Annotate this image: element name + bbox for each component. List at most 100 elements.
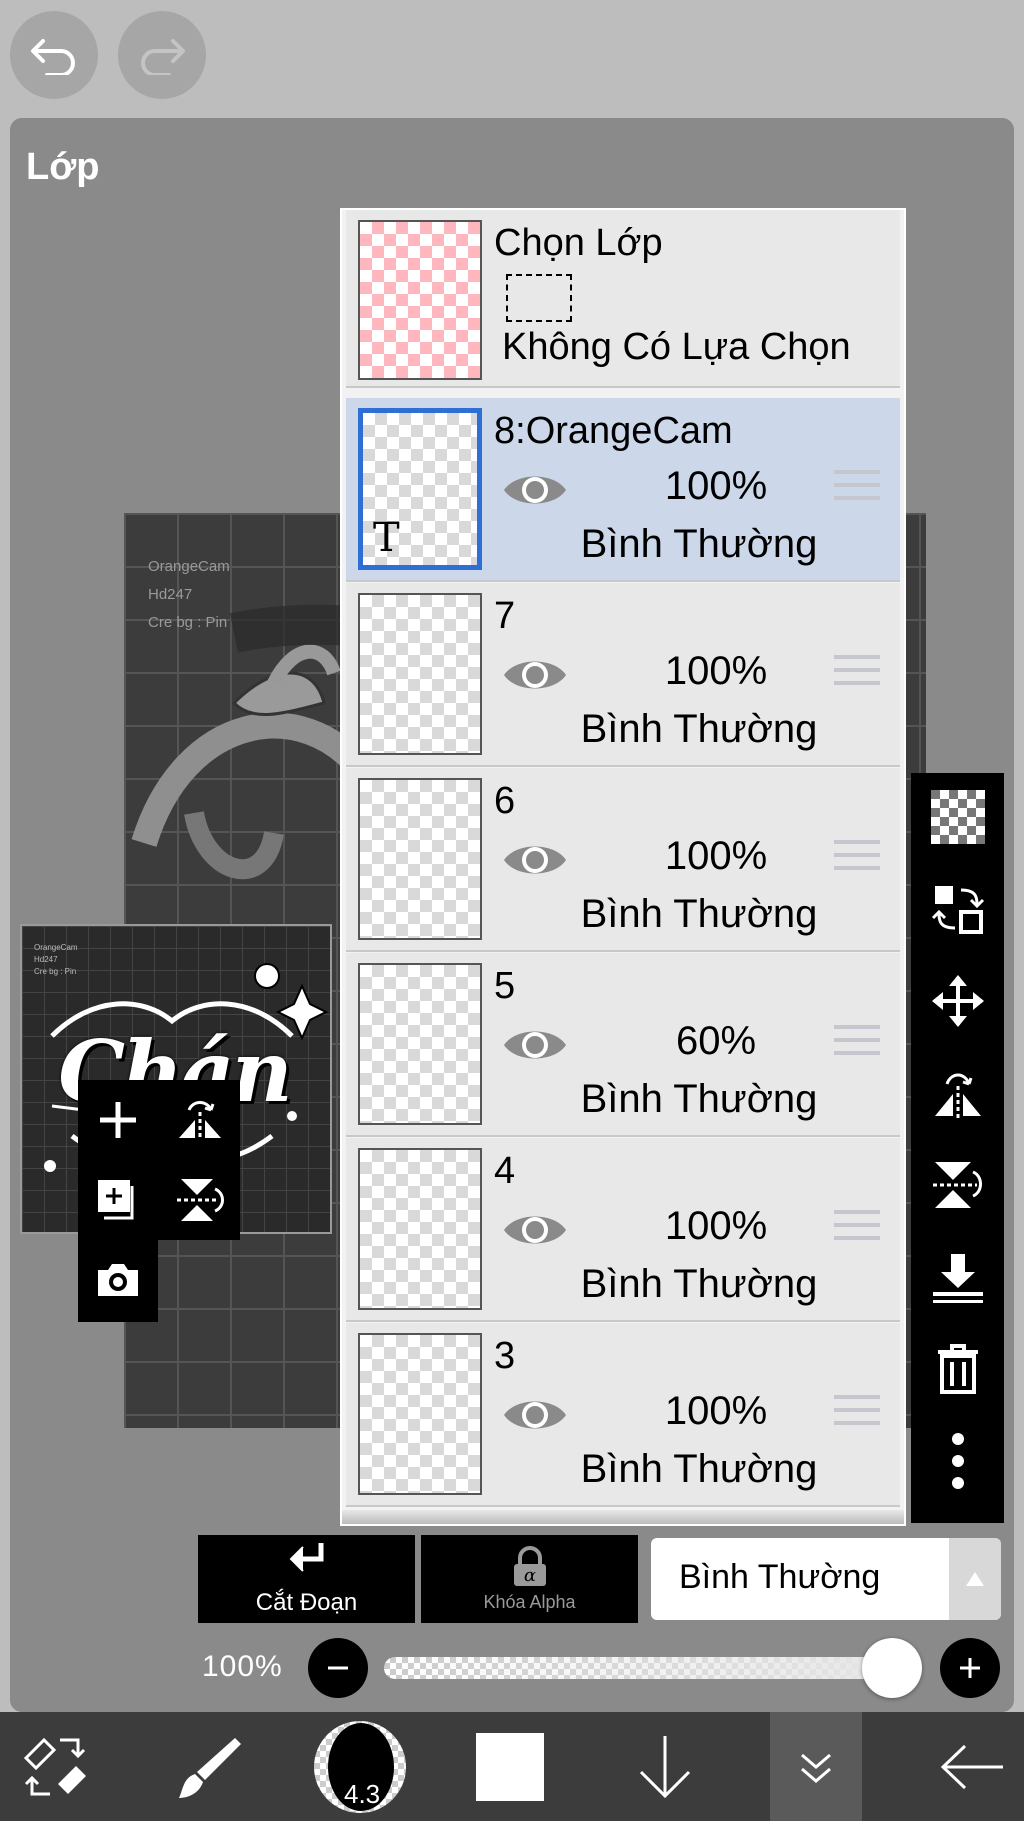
more-vertical-icon <box>951 1433 964 1489</box>
redo-button[interactable] <box>118 11 206 99</box>
selection-layer-thumbnail <box>358 220 482 380</box>
layer-opacity: 60% <box>675 1019 757 1063</box>
layer-thumbnail <box>358 1148 482 1310</box>
alpha-lock-button[interactable]: α Khóa Alpha <box>421 1535 638 1623</box>
layer-list[interactable]: Chọn Lớp Không Có Lựa Chọn T 8:OrangeCam 1… <box>340 208 906 1526</box>
transform-tool-button[interactable] <box>0 1712 110 1821</box>
layer-name: 5 <box>494 965 516 1007</box>
layer-opacity: 100% <box>664 1389 768 1433</box>
layer-name: 4 <box>494 1150 516 1192</box>
layer-row[interactable]: T 8:OrangeCam 100% Bình Thường <box>346 398 900 582</box>
arrow-left-icon <box>940 1744 1003 1789</box>
layer-opacity: 100% <box>664 834 768 878</box>
clipping-label: Cắt Đoạn <box>255 1589 358 1616</box>
drag-handle-icon[interactable] <box>834 1210 880 1249</box>
layer-row[interactable]: 6 100% Bình Thường <box>346 768 900 952</box>
layer-name: 7 <box>494 595 516 637</box>
opacity-increase-button[interactable] <box>940 1638 1000 1698</box>
text-layer-marker: T <box>373 515 400 561</box>
top-bar <box>0 0 1024 118</box>
brush-size-value: 4.3 <box>344 1778 381 1809</box>
triangle-up-icon <box>966 1572 984 1586</box>
layer-blend-mode: Bình Thường <box>580 522 818 566</box>
camera-icon <box>98 1264 138 1296</box>
back-button[interactable] <box>920 1712 1024 1821</box>
selection-layer-title: Chọn Lớp <box>494 222 663 264</box>
layer-thumbnail <box>358 778 482 940</box>
swap-layer-button[interactable] <box>911 869 1004 949</box>
visibility-eye-icon[interactable] <box>502 1393 568 1442</box>
drag-handle-icon[interactable] <box>834 655 880 694</box>
flip-vertical-icon <box>932 1162 982 1208</box>
selection-layer-row[interactable]: Chọn Lớp Không Có Lựa Chọn <box>346 210 900 388</box>
visibility-eye-icon[interactable] <box>502 838 568 887</box>
merge-down-icon <box>932 1254 983 1303</box>
layer-row[interactable]: 5 60% Bình Thường <box>346 953 900 1137</box>
opacity-slider[interactable] <box>384 1657 904 1679</box>
brush-size-button[interactable]: 4.3 <box>300 1712 420 1821</box>
layer-blend-mode: Bình Thường <box>580 1077 818 1121</box>
selection-status: Không Có Lựa Chọn <box>502 326 851 368</box>
panel-title: Lớp <box>26 146 100 188</box>
layer-row[interactable]: 4 100% Bình Thường <box>346 1138 900 1322</box>
plus-icon <box>960 1658 980 1678</box>
trash-icon <box>937 1344 978 1394</box>
move-icon <box>931 975 984 1027</box>
layer-row[interactable]: 3 100% Bình Thường <box>346 1323 900 1507</box>
layer-opacity: 100% <box>664 649 768 693</box>
drag-handle-icon[interactable] <box>834 1025 880 1064</box>
transparency-button[interactable] <box>911 777 1004 857</box>
add-layer-button[interactable] <box>78 1080 158 1160</box>
visibility-eye-icon[interactable] <box>502 1208 568 1257</box>
drag-handle-icon[interactable] <box>834 1395 880 1434</box>
undo-icon <box>31 39 75 75</box>
arrow-down-icon <box>639 1735 691 1798</box>
move-button[interactable] <box>911 961 1004 1041</box>
blend-mode-select[interactable]: Bình Thường <box>651 1538 1001 1620</box>
visibility-eye-icon[interactable] <box>502 1023 568 1072</box>
layer-name: 8:OrangeCam <box>494 410 733 452</box>
brush-tool-button[interactable] <box>160 1712 260 1821</box>
lock-icon: α <box>513 1545 546 1586</box>
flip-layer-horizontal-button[interactable] <box>911 1053 1004 1133</box>
selection-marquee-icon <box>506 274 572 322</box>
flip-vertical-icon <box>177 1179 224 1221</box>
drag-handle-icon[interactable] <box>834 470 880 509</box>
flip-horizontal-icon <box>179 1101 221 1140</box>
opacity-label: 100% <box>202 1650 283 1683</box>
drag-handle-icon[interactable] <box>834 840 880 879</box>
list-scroll-edge <box>342 1510 904 1524</box>
flip-vertical-button[interactable] <box>160 1160 240 1240</box>
brush-size-preview: 4.3 <box>314 1720 406 1813</box>
clipping-button[interactable]: Cắt Đoạn <box>198 1535 415 1623</box>
layer-blend-mode: Bình Thường <box>580 707 818 751</box>
layers-button[interactable] <box>770 1712 862 1821</box>
layer-blend-mode: Bình Thường <box>580 1262 818 1306</box>
layer-thumbnail <box>358 593 482 755</box>
merge-down-button[interactable] <box>911 1237 1004 1317</box>
move-down-button[interactable] <box>620 1712 710 1821</box>
blend-mode-value: Bình Thường <box>679 1558 881 1596</box>
layer-thumbnail <box>358 963 482 1125</box>
flip-layer-vertical-button[interactable] <box>911 1145 1004 1225</box>
undo-button[interactable] <box>10 11 98 99</box>
layer-row[interactable]: 7 100% Bình Thường <box>346 583 900 767</box>
add-image-layer-button[interactable] <box>78 1160 158 1240</box>
clip-arrow-icon <box>289 1543 323 1572</box>
plus-icon <box>100 1102 136 1138</box>
delete-layer-button[interactable] <box>911 1329 1004 1409</box>
flip-horizontal-icon <box>934 1073 981 1118</box>
visibility-eye-icon[interactable] <box>502 653 568 702</box>
opacity-decrease-button[interactable] <box>308 1638 368 1698</box>
flip-horizontal-button[interactable] <box>160 1080 240 1160</box>
more-options-button[interactable] <box>911 1421 1004 1501</box>
layer-thumbnail: T <box>358 408 482 570</box>
camera-button[interactable] <box>78 1240 158 1320</box>
visibility-eye-icon[interactable] <box>502 468 568 517</box>
blend-mode-toggle[interactable] <box>949 1538 1001 1620</box>
layer-blend-mode: Bình Thường <box>580 1447 818 1491</box>
color-swatch-button[interactable] <box>470 1712 550 1821</box>
bottom-toolbar: 4.3 <box>0 1712 1024 1821</box>
brush-icon <box>179 1737 241 1798</box>
opacity-slider-thumb[interactable] <box>862 1638 922 1698</box>
